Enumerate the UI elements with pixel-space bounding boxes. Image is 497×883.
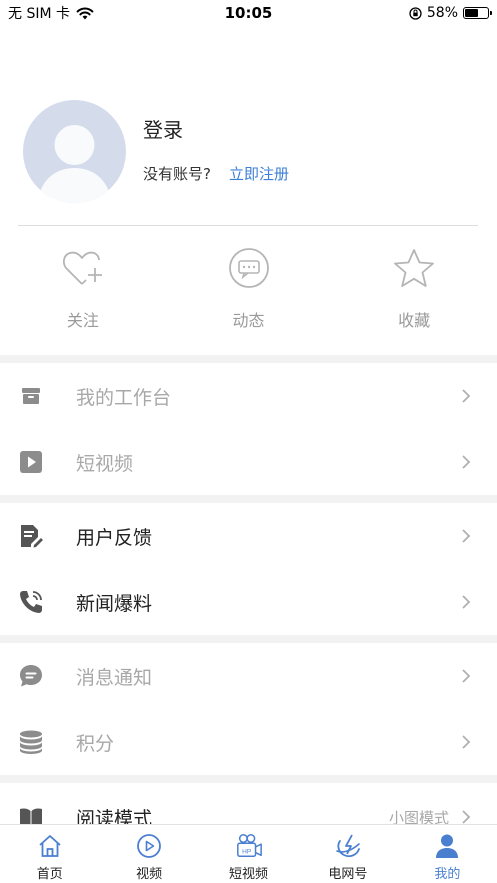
heart-plus-icon	[62, 251, 102, 285]
favorites-label: 收藏	[398, 311, 431, 330]
moments-button[interactable]: 动态	[166, 245, 332, 345]
quick-actions: 关注 动态 收藏	[0, 245, 497, 345]
battery-percent: 58%	[426, 5, 458, 21]
grid-logo-icon	[336, 834, 360, 858]
favorites-button[interactable]: 收藏	[331, 245, 497, 345]
section-separator	[0, 495, 497, 503]
default-avatar-icon	[37, 125, 112, 203]
divider	[18, 225, 478, 226]
no-account-text: 没有账号?	[143, 165, 211, 183]
follow-button[interactable]: 关注	[0, 245, 166, 345]
battery-icon	[463, 7, 492, 19]
menu-label-feedback: 用户反馈	[76, 526, 153, 549]
clock: 10:05	[224, 4, 273, 22]
follow-label: 关注	[66, 311, 99, 330]
menu-item-feedback[interactable]: 用户反馈	[0, 503, 497, 569]
menu-label-points: 积分	[76, 732, 115, 755]
bottom-tab-bar: 首页 视频 HP 短视频 电网号 我的	[0, 824, 497, 883]
edit-document-icon	[21, 525, 43, 548]
menu-label-workbench: 我的工作台	[76, 386, 172, 409]
chevron-right-icon	[462, 595, 471, 609]
menu-label-short-video: 短视频	[76, 452, 134, 475]
chevron-right-icon	[462, 455, 471, 469]
carrier-label: 无 SIM 卡	[8, 6, 70, 22]
tab-home[interactable]: 首页	[0, 825, 99, 883]
moments-label: 动态	[232, 311, 265, 330]
register-link[interactable]: 立即注册	[229, 163, 289, 184]
avatar[interactable]	[23, 100, 126, 203]
profile-header: 登录 没有账号? 立即注册	[0, 98, 497, 208]
svg-text:HP: HP	[242, 848, 251, 855]
menu-label-news-tip: 新闻爆料	[76, 592, 153, 615]
menu-item-short-video[interactable]: 短视频	[0, 429, 497, 495]
orientation-lock-icon	[409, 6, 422, 20]
section-separator	[0, 635, 497, 643]
wifi-icon	[76, 7, 94, 19]
tab-short-video[interactable]: HP 短视频	[199, 825, 298, 883]
tab-label-grid-account: 电网号	[328, 867, 368, 882]
section-separator	[0, 775, 497, 783]
star-icon	[394, 249, 435, 287]
menu-item-points[interactable]: 积分	[0, 709, 497, 775]
chevron-right-icon	[462, 810, 471, 824]
menu-item-notifications[interactable]: 消息通知	[0, 643, 497, 709]
home-icon	[39, 835, 61, 857]
login-link[interactable]: 登录	[143, 114, 183, 143]
archive-box-icon	[22, 388, 40, 404]
menu-label-notifications: 消息通知	[76, 666, 153, 689]
chat-bubble-icon	[228, 248, 269, 288]
chevron-right-icon	[462, 389, 471, 403]
chevron-right-icon	[462, 735, 471, 749]
phone-call-icon	[20, 591, 42, 613]
tab-label-short-video: 短视频	[229, 867, 269, 882]
message-bubble-icon	[20, 665, 42, 687]
menu-item-news-tip[interactable]: 新闻爆料	[0, 569, 497, 635]
chevron-right-icon	[462, 529, 471, 543]
tab-video[interactable]: 视频	[99, 825, 198, 883]
menu-item-workbench[interactable]: 我的工作台	[0, 363, 497, 429]
tab-grid-account[interactable]: 电网号	[298, 825, 397, 883]
database-stack-icon	[20, 730, 42, 754]
tab-label-mine: 我的	[434, 867, 461, 882]
tab-label-home: 首页	[36, 867, 63, 882]
play-circle-icon	[137, 834, 162, 858]
camera-hp-icon: HP	[236, 834, 262, 858]
play-square-icon	[20, 451, 42, 473]
tab-mine[interactable]: 我的	[398, 825, 497, 883]
section-separator	[0, 355, 497, 363]
status-bar: 无 SIM 卡 10:05 58%	[0, 0, 497, 26]
tab-label-video: 视频	[136, 867, 163, 882]
person-icon	[436, 834, 459, 858]
chevron-right-icon	[462, 669, 471, 683]
